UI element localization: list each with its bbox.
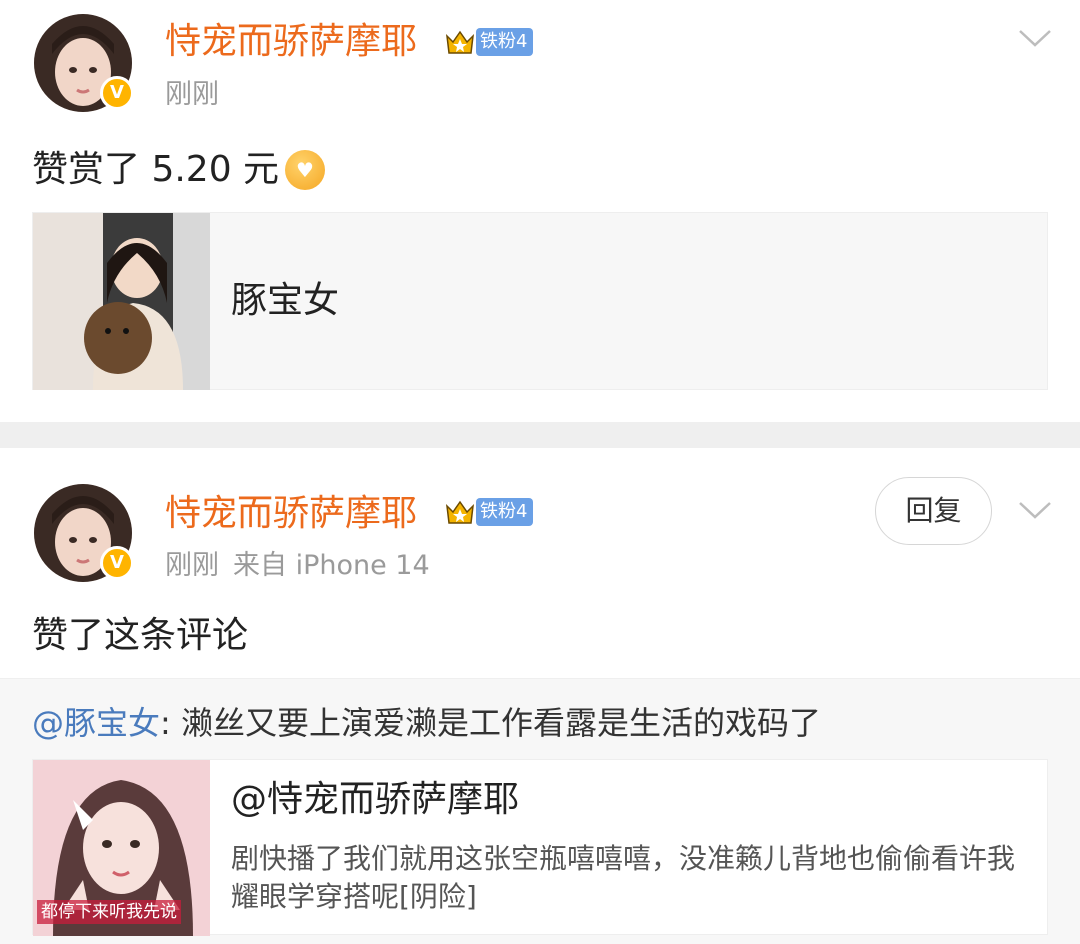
username[interactable]: 恃宠而骄萨摩耶 xyxy=(165,492,417,536)
reward-text: 赞赏了 5.20 元 xyxy=(32,149,280,190)
quoted-comment[interactable]: @豚宝女: 濑丝又要上演爱濑是工作看露是生活的戏码了 都停下来听我先说 @恃宠而… xyxy=(0,678,1080,944)
post-time: 刚刚 xyxy=(165,79,219,110)
like-notification-card: V 恃宠而骄萨摩耶 铁粉4 刚刚 来自 iPhone 14 回复 赞了这条评论 @… xyxy=(0,448,1080,944)
linked-post-card[interactable]: 豚宝女 xyxy=(32,212,1048,390)
reward-notification-card: V 恃宠而骄萨摩耶 铁粉4 刚刚 赞赏了 5.20 元 ♥ 豚宝女 xyxy=(0,0,1080,422)
reward-coin-icon: ♥ xyxy=(285,150,325,190)
fan-level-badge: 铁粉4 xyxy=(476,28,534,56)
verified-v-icon: V xyxy=(100,76,134,110)
original-post-author: @恃宠而骄萨摩耶 xyxy=(231,779,520,820)
like-action-text: 赞了这条评论 xyxy=(32,615,249,656)
original-post-card[interactable]: 都停下来听我先说 @恃宠而骄萨摩耶 剧快播了我们就用这张空瓶嘻嘻嘻，没准籁儿背地… xyxy=(32,759,1048,936)
quoted-comment-text: @豚宝女: 濑丝又要上演爱濑是工作看露是生活的戏码了 xyxy=(32,703,821,743)
crown-icon xyxy=(446,30,474,54)
original-post-text: 剧快播了我们就用这张空瓶嘻嘻嘻，没准籁儿背地也偷偷看许我耀眼学穿搭呢[阴险] xyxy=(231,842,1016,913)
post-source: 来自 iPhone 14 xyxy=(233,550,430,581)
linked-post-thumbnail xyxy=(33,213,210,390)
post-time: 刚刚 xyxy=(165,550,219,581)
fan-level-badge: 铁粉4 xyxy=(476,498,534,526)
mention-link[interactable]: @豚宝女 xyxy=(32,704,160,742)
username[interactable]: 恃宠而骄萨摩耶 xyxy=(165,20,417,64)
crown-icon xyxy=(446,500,474,524)
thumbnail-caption: 都停下来听我先说 xyxy=(37,900,181,924)
verified-v-icon: V xyxy=(100,546,134,580)
comment-body: : 濑丝又要上演爱濑是工作看露是生活的戏码了 xyxy=(160,704,821,742)
card-separator xyxy=(0,422,1080,448)
linked-post-title: 豚宝女 xyxy=(231,280,340,321)
post-meta: 刚刚 xyxy=(165,78,219,112)
original-post-thumbnail: 都停下来听我先说 xyxy=(33,760,210,936)
reply-button[interactable]: 回复 xyxy=(875,477,992,545)
post-meta: 刚刚 来自 iPhone 14 xyxy=(165,549,430,583)
chevron-down-icon[interactable] xyxy=(1018,500,1052,520)
chevron-down-icon[interactable] xyxy=(1018,28,1052,48)
